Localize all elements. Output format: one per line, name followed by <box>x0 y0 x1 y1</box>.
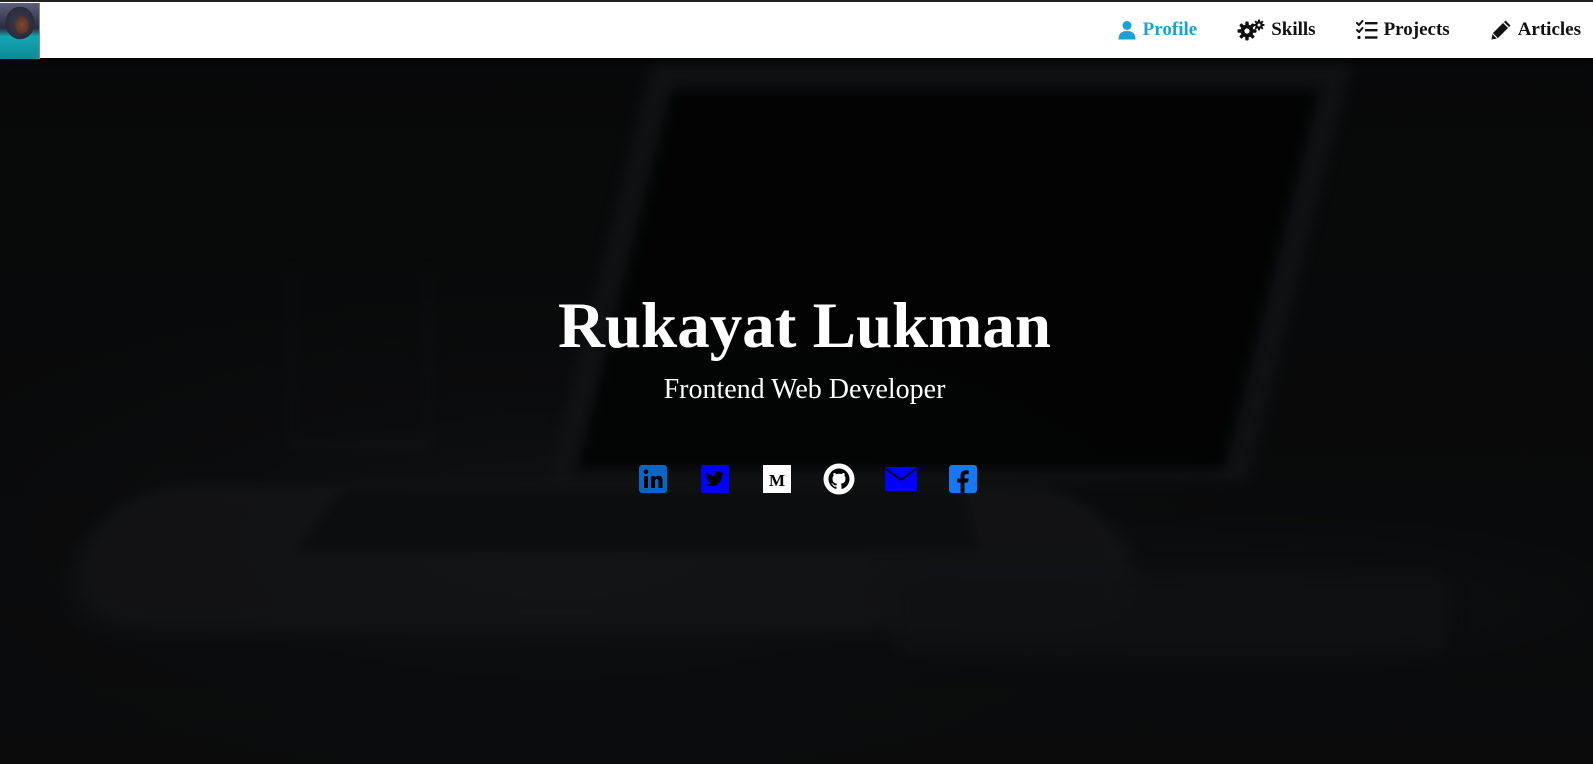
nav-links: Profile Skills Projects Articles <box>1117 2 1593 58</box>
pencil-icon <box>1491 20 1511 40</box>
facebook-icon <box>949 465 977 493</box>
medium-icon: M <box>763 465 791 493</box>
nav-item-label: Articles <box>1517 19 1581 40</box>
nav-item-label: Projects <box>1383 19 1450 40</box>
linkedin-link[interactable] <box>637 463 669 495</box>
social-links: M <box>637 462 979 496</box>
nav-item-label: Skills <box>1271 19 1316 40</box>
github-icon <box>823 463 855 495</box>
linkedin-icon <box>639 465 667 493</box>
nav-item-profile[interactable]: Profile <box>1117 19 1198 41</box>
twitter-link[interactable] <box>699 463 731 495</box>
hero-name: Rukayat Lukman <box>557 290 1052 362</box>
top-navbar: Profile Skills Projects Articles <box>0 0 1593 59</box>
twitter-icon <box>701 465 729 493</box>
nav-item-articles[interactable]: Articles <box>1490 19 1581 41</box>
email-link[interactable] <box>885 463 917 495</box>
avatar[interactable] <box>0 3 40 59</box>
svg-text:M: M <box>769 471 785 490</box>
email-icon <box>885 467 917 491</box>
hero-section: Rukayat Lukman Frontend Web Developer M <box>0 0 1593 764</box>
medium-link[interactable]: M <box>761 463 793 495</box>
nav-item-label: Profile <box>1142 19 1198 40</box>
facebook-link[interactable] <box>947 463 979 495</box>
gears-icon <box>1237 19 1265 41</box>
nav-item-projects[interactable]: Projects <box>1355 19 1450 41</box>
nav-item-skills[interactable]: Skills <box>1237 19 1316 41</box>
user-icon <box>1118 21 1136 40</box>
github-link[interactable] <box>823 463 855 495</box>
hero-role: Frontend Web Developer <box>663 374 946 405</box>
tasks-icon <box>1355 20 1378 40</box>
